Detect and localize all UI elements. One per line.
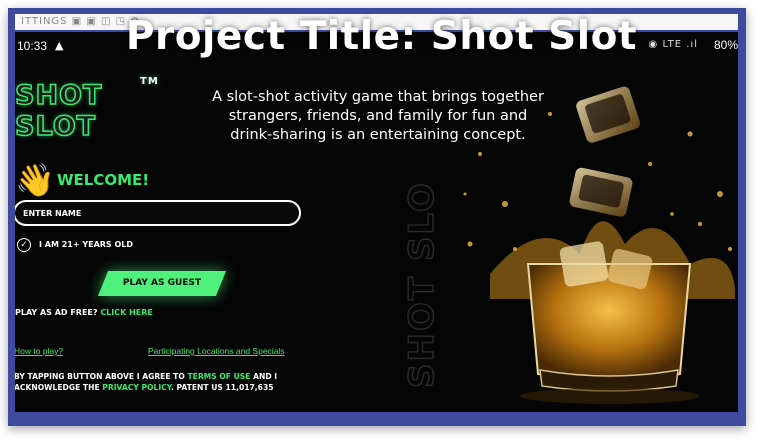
waving-hand-icon: 👋 (15, 161, 55, 199)
play-as-guest-label: PLAY AS GUEST (122, 278, 202, 288)
click-here-link[interactable]: CLICK HERE (100, 308, 153, 317)
check-circle-icon[interactable]: ✓ (17, 238, 31, 252)
trademark-mark: TM (140, 76, 159, 87)
vertical-brand-logo: SHOT SLOT (403, 182, 443, 389)
play-as-guest-button[interactable]: PLAY AS GUEST (97, 271, 227, 296)
welcome-heading: WELCOME! (57, 171, 150, 189)
ad-free-label: PLAY AS AD FREE? (15, 308, 98, 317)
ad-free-row: PLAY AS AD FREE? CLICK HERE (15, 308, 153, 317)
slide-title: Project Title: Shot Slot (125, 14, 638, 59)
terms-of-use-link[interactable]: TERMS OF USE (187, 372, 250, 381)
app-logo: SHOT SLOT TM (15, 76, 165, 143)
how-to-play-link[interactable]: How to play? (15, 346, 63, 356)
legal-text-1: BY TAPPING BUTTON ABOVE I AGREE TO (15, 372, 188, 381)
ice-cube-middle (569, 167, 633, 217)
age-label: I AM 21+ YEARS OLD (39, 240, 134, 249)
participating-locations-link[interactable]: Participating Locations and Specials (148, 346, 285, 356)
name-input[interactable] (15, 200, 301, 226)
legal-notice: BY TAPPING BUTTON ABOVE I AGREE TO TERMS… (15, 371, 314, 393)
phone-screenshot: ITTINGS ▣ ▣ ◫ ◳ ⚙ 10:33 ▲ ◉ LTE .ıl 80% … (15, 14, 738, 412)
privacy-policy-link[interactable]: PRIVACY POLICY (102, 383, 171, 392)
vertical-brand-text: SHOT SLOT (403, 182, 442, 388)
legal-text-3: . PATENT US 11,017,635 (170, 383, 274, 392)
glass (526, 263, 692, 381)
ice-cube-top (576, 86, 640, 143)
app-logo-text: SHOT SLOT (15, 79, 103, 143)
slide-description: A slot-shot activity game that brings to… (212, 89, 544, 143)
